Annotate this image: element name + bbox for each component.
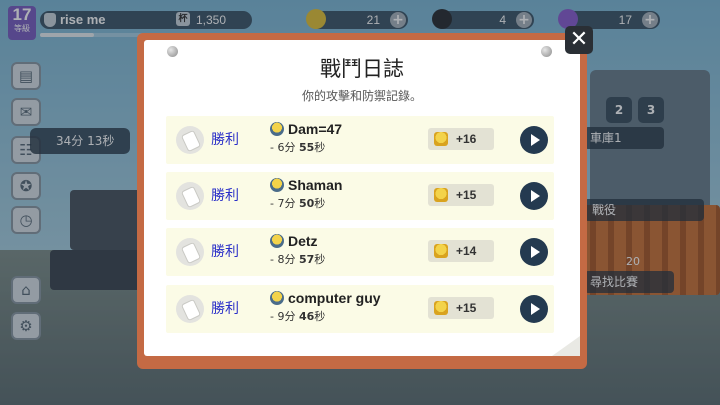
- result-label: 勝利: [211, 244, 239, 260]
- opponent-name: Detz: [288, 233, 318, 249]
- trophy-change-value: +14: [456, 244, 477, 258]
- replay-button[interactable]: [520, 238, 548, 266]
- result-icon: [176, 238, 204, 266]
- opponent-avatar-icon: [270, 291, 284, 305]
- trophy-icon: [434, 301, 448, 315]
- modal-subtitle: 你的攻擊和防禦記錄。: [301, 89, 422, 103]
- trophy-icon: [434, 188, 448, 202]
- time-ago: - 7分 50秒: [270, 197, 326, 210]
- replay-button[interactable]: [520, 126, 548, 154]
- opponent-avatar-icon: [270, 234, 284, 248]
- trophy-change: +15: [428, 184, 494, 206]
- result-icon: [176, 126, 204, 154]
- trophy-icon: [434, 244, 448, 258]
- result-label: 勝利: [211, 301, 239, 317]
- result-label: 勝利: [211, 188, 239, 204]
- replay-button[interactable]: [520, 295, 548, 323]
- time-ago: - 9分 46秒: [270, 310, 326, 323]
- battle-log-row: 勝利 Detz - 8分 57秒 +14: [166, 228, 554, 276]
- opponent-avatar-icon: [270, 122, 284, 136]
- result-label: 勝利: [211, 132, 239, 148]
- result-icon: [176, 295, 204, 323]
- time-ago: - 6分 55秒: [270, 141, 326, 154]
- opponent-name: Shaman: [288, 177, 343, 193]
- opponent-avatar-icon: [270, 178, 284, 192]
- modal-title: 戰鬥日誌: [320, 57, 404, 81]
- opponent-name: Dam=47: [288, 121, 343, 137]
- opponent-name: computer guy: [288, 290, 381, 306]
- close-button[interactable]: ✕: [565, 26, 593, 54]
- trophy-change: +14: [428, 240, 494, 262]
- battle-log-row: 勝利 computer guy - 9分 46秒 +15: [166, 285, 554, 333]
- trophy-change: +16: [428, 128, 494, 150]
- battle-log-row: 勝利 Shaman - 7分 50秒 +15: [166, 172, 554, 220]
- result-icon: [176, 182, 204, 210]
- replay-button[interactable]: [520, 182, 548, 210]
- trophy-change: +15: [428, 297, 494, 319]
- trophy-change-value: +16: [456, 132, 477, 146]
- time-ago: - 8分 57秒: [270, 253, 326, 266]
- trophy-icon: [434, 132, 448, 146]
- trophy-change-value: +15: [456, 188, 477, 202]
- trophy-change-value: +15: [456, 301, 477, 315]
- battle-log-row: 勝利 Dam=47 - 6分 55秒 +16: [166, 116, 554, 164]
